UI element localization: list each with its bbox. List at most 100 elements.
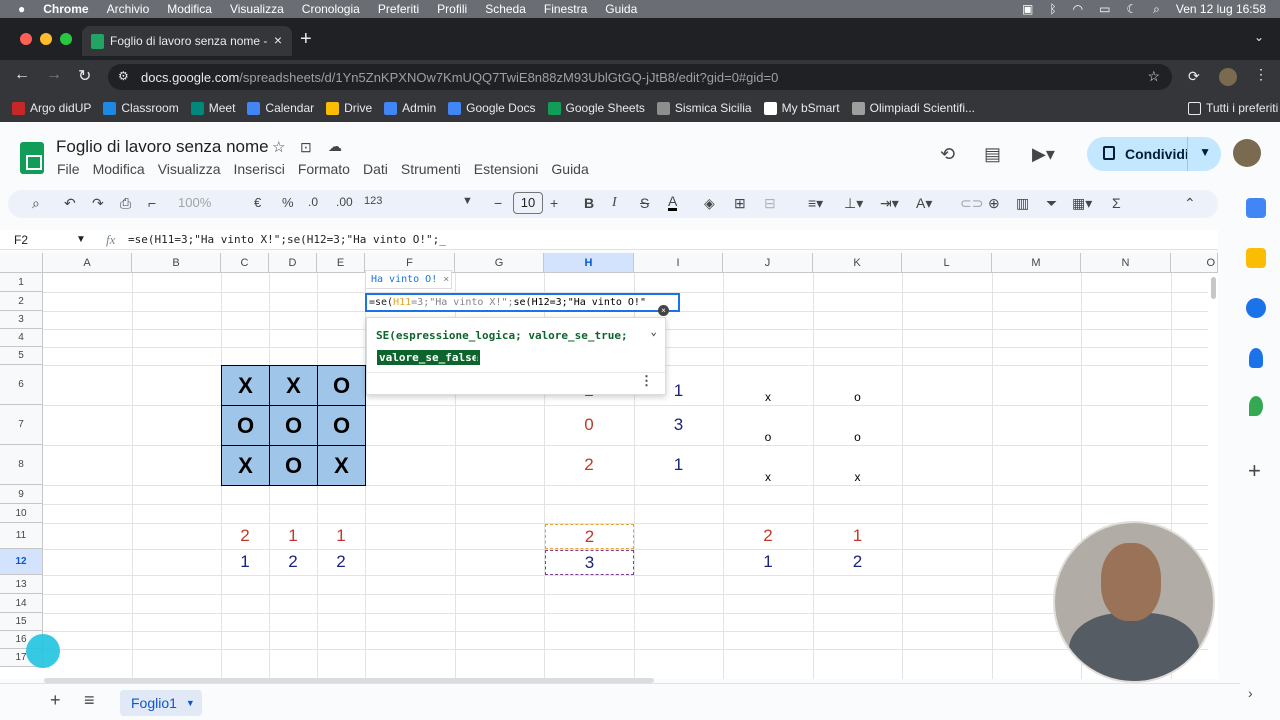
name-box[interactable]: F2 [14, 233, 28, 247]
select-all-corner[interactable] [0, 253, 43, 273]
cell-j8[interactable]: x [723, 457, 813, 497]
all-sheets-icon[interactable]: ≡ [84, 690, 95, 711]
cell-j11[interactable]: 2 [723, 523, 813, 549]
bookmark-calendar[interactable]: Calendar [247, 101, 314, 115]
more-options-icon[interactable]: ⋮ [640, 374, 653, 389]
keep-icon[interactable] [1246, 248, 1266, 268]
meet-call-icon[interactable]: ▶▾ [1032, 144, 1055, 165]
cell-c12[interactable]: 1 [221, 549, 269, 575]
close-preview-icon[interactable]: × [437, 274, 449, 285]
row-header[interactable]: 3 [0, 311, 43, 329]
text-rotate-icon[interactable]: A▾ [916, 195, 932, 212]
bookmark-admin[interactable]: Admin [384, 101, 436, 115]
mac-menu-preferiti[interactable]: Preferiti [378, 2, 419, 16]
address-bar[interactable]: ⚙ docs.google.com/spreadsheets/d/1Yn5ZnK… [108, 64, 1172, 90]
column-header[interactable]: J [723, 253, 813, 273]
menu-formato[interactable]: Formato [298, 161, 350, 177]
mac-menu-finestra[interactable]: Finestra [544, 2, 587, 16]
cell-h8[interactable]: 2 [544, 445, 634, 485]
move-folder-icon[interactable]: ⊡ [300, 139, 312, 156]
mac-menu-modifica[interactable]: Modifica [167, 2, 212, 16]
wifi-icon[interactable]: ◠ [1073, 2, 1083, 16]
text-wrap-icon[interactable]: ⇥▾ [880, 195, 899, 212]
row-header[interactable]: 14 [0, 594, 43, 613]
maps-icon[interactable] [1249, 396, 1263, 416]
menu-guida[interactable]: Guida [551, 161, 588, 177]
cell-e12[interactable]: 2 [317, 549, 365, 575]
column-header[interactable]: E [317, 253, 365, 273]
sheet-tab-dropdown-icon[interactable]: ▼ [186, 698, 195, 708]
profile-avatar[interactable] [1219, 68, 1237, 86]
row-header[interactable]: 13 [0, 575, 43, 594]
borders-icon[interactable]: ⊞ [734, 195, 746, 212]
bluetooth-icon[interactable]: ᛒ [1049, 2, 1056, 16]
avatar[interactable] [1233, 139, 1261, 167]
link-icon[interactable]: ⊂⊃ [960, 195, 983, 212]
name-box-dropdown-icon[interactable]: ▼ [76, 234, 86, 245]
tab-search-icon[interactable]: ⌄ [1254, 30, 1264, 44]
close-window-button[interactable] [20, 33, 32, 45]
cell-editor-input[interactable]: =se(H11=3;"Ha vinto X!";se(H12=3;"Ha vin… [365, 293, 680, 312]
board-cell[interactable]: O [317, 405, 366, 446]
row-header[interactable]: 6 [0, 365, 43, 405]
mac-menu-visualizza[interactable]: Visualizza [230, 2, 284, 16]
filter-views-icon[interactable]: ▦▾ [1072, 195, 1092, 212]
zoom-select[interactable]: 100% [178, 195, 211, 210]
row-header[interactable]: 9 [0, 485, 43, 504]
cell-k12[interactable]: 2 [813, 549, 902, 575]
row-header[interactable]: 8 [0, 445, 43, 485]
menu-estensioni[interactable]: Estensioni [474, 161, 539, 177]
text-color-icon[interactable]: A [668, 194, 678, 211]
board-cell[interactable]: O [269, 405, 318, 446]
share-button[interactable]: Condividi ▼ [1087, 137, 1221, 171]
cell-k8[interactable]: x [813, 457, 902, 497]
board-cell[interactable]: X [269, 365, 318, 406]
cell-h11[interactable]: 2 [545, 524, 634, 549]
reload-icon[interactable]: ↻ [78, 66, 91, 86]
bookmark-google-sheets[interactable]: Google Sheets [547, 101, 645, 115]
number-format-button[interactable]: 123 [364, 195, 382, 207]
add-addon-icon[interactable]: + [1248, 458, 1261, 484]
filter-icon[interactable]: ⏷ [1046, 195, 1057, 212]
app-name[interactable]: Chrome [43, 2, 88, 16]
currency-button[interactable]: € [254, 195, 261, 210]
board-cell[interactable]: O [221, 405, 270, 446]
percent-button[interactable]: % [282, 195, 294, 210]
cell-h7[interactable]: 0 [544, 405, 634, 445]
history-icon[interactable]: ⟲ [940, 144, 955, 165]
contacts-icon[interactable] [1249, 348, 1263, 368]
row-header[interactable]: 2 [0, 292, 43, 311]
column-header[interactable]: O [1171, 253, 1218, 273]
row-header[interactable]: 5 [0, 347, 43, 365]
cell-j6[interactable]: x [723, 377, 813, 417]
extension-icon[interactable]: ⟳ [1188, 68, 1200, 85]
share-dropdown-icon[interactable]: ▼ [1199, 145, 1211, 159]
cell-d11[interactable]: 1 [269, 523, 317, 549]
comments-icon[interactable]: ▤ [984, 144, 1001, 165]
font-size-increase-icon[interactable]: + [550, 195, 558, 211]
bookmark-olimpiadi[interactable]: Olimpiadi Scientifi... [851, 101, 975, 115]
formula-input[interactable]: =se(H11=3;"Ha vinto X!";se(H12=3;"Ha vin… [128, 233, 446, 246]
bookmark-classroom[interactable]: Classroom [103, 101, 179, 115]
column-header[interactable]: B [132, 253, 221, 273]
board-cell[interactable]: O [269, 445, 318, 486]
board-cell[interactable]: X [221, 445, 270, 486]
cell-h12[interactable]: 3 [545, 550, 634, 575]
merge-cells-icon[interactable]: ⊟ [764, 195, 776, 212]
row-header[interactable]: 11 [0, 523, 43, 549]
column-header[interactable]: C [221, 253, 269, 273]
cell-k11[interactable]: 1 [813, 523, 902, 549]
sheets-logo-icon[interactable] [20, 142, 44, 174]
bookmark-star-icon[interactable]: ☆ [1147, 68, 1160, 85]
board-cell[interactable]: X [317, 445, 366, 486]
back-icon[interactable]: ← [14, 66, 30, 84]
cell-j12[interactable]: 1 [723, 549, 813, 575]
clock-text[interactable]: Ven 12 lug 16:58 [1176, 2, 1266, 16]
mac-menu-scheda[interactable]: Scheda [485, 2, 526, 16]
cell-i8[interactable]: 1 [634, 445, 723, 485]
board-cell[interactable]: X [221, 365, 270, 406]
fill-color-icon[interactable]: ◈ [704, 195, 715, 212]
bold-icon[interactable]: B [584, 195, 594, 211]
row-header[interactable]: 10 [0, 504, 43, 523]
undo-icon[interactable]: ↶ [64, 195, 76, 212]
